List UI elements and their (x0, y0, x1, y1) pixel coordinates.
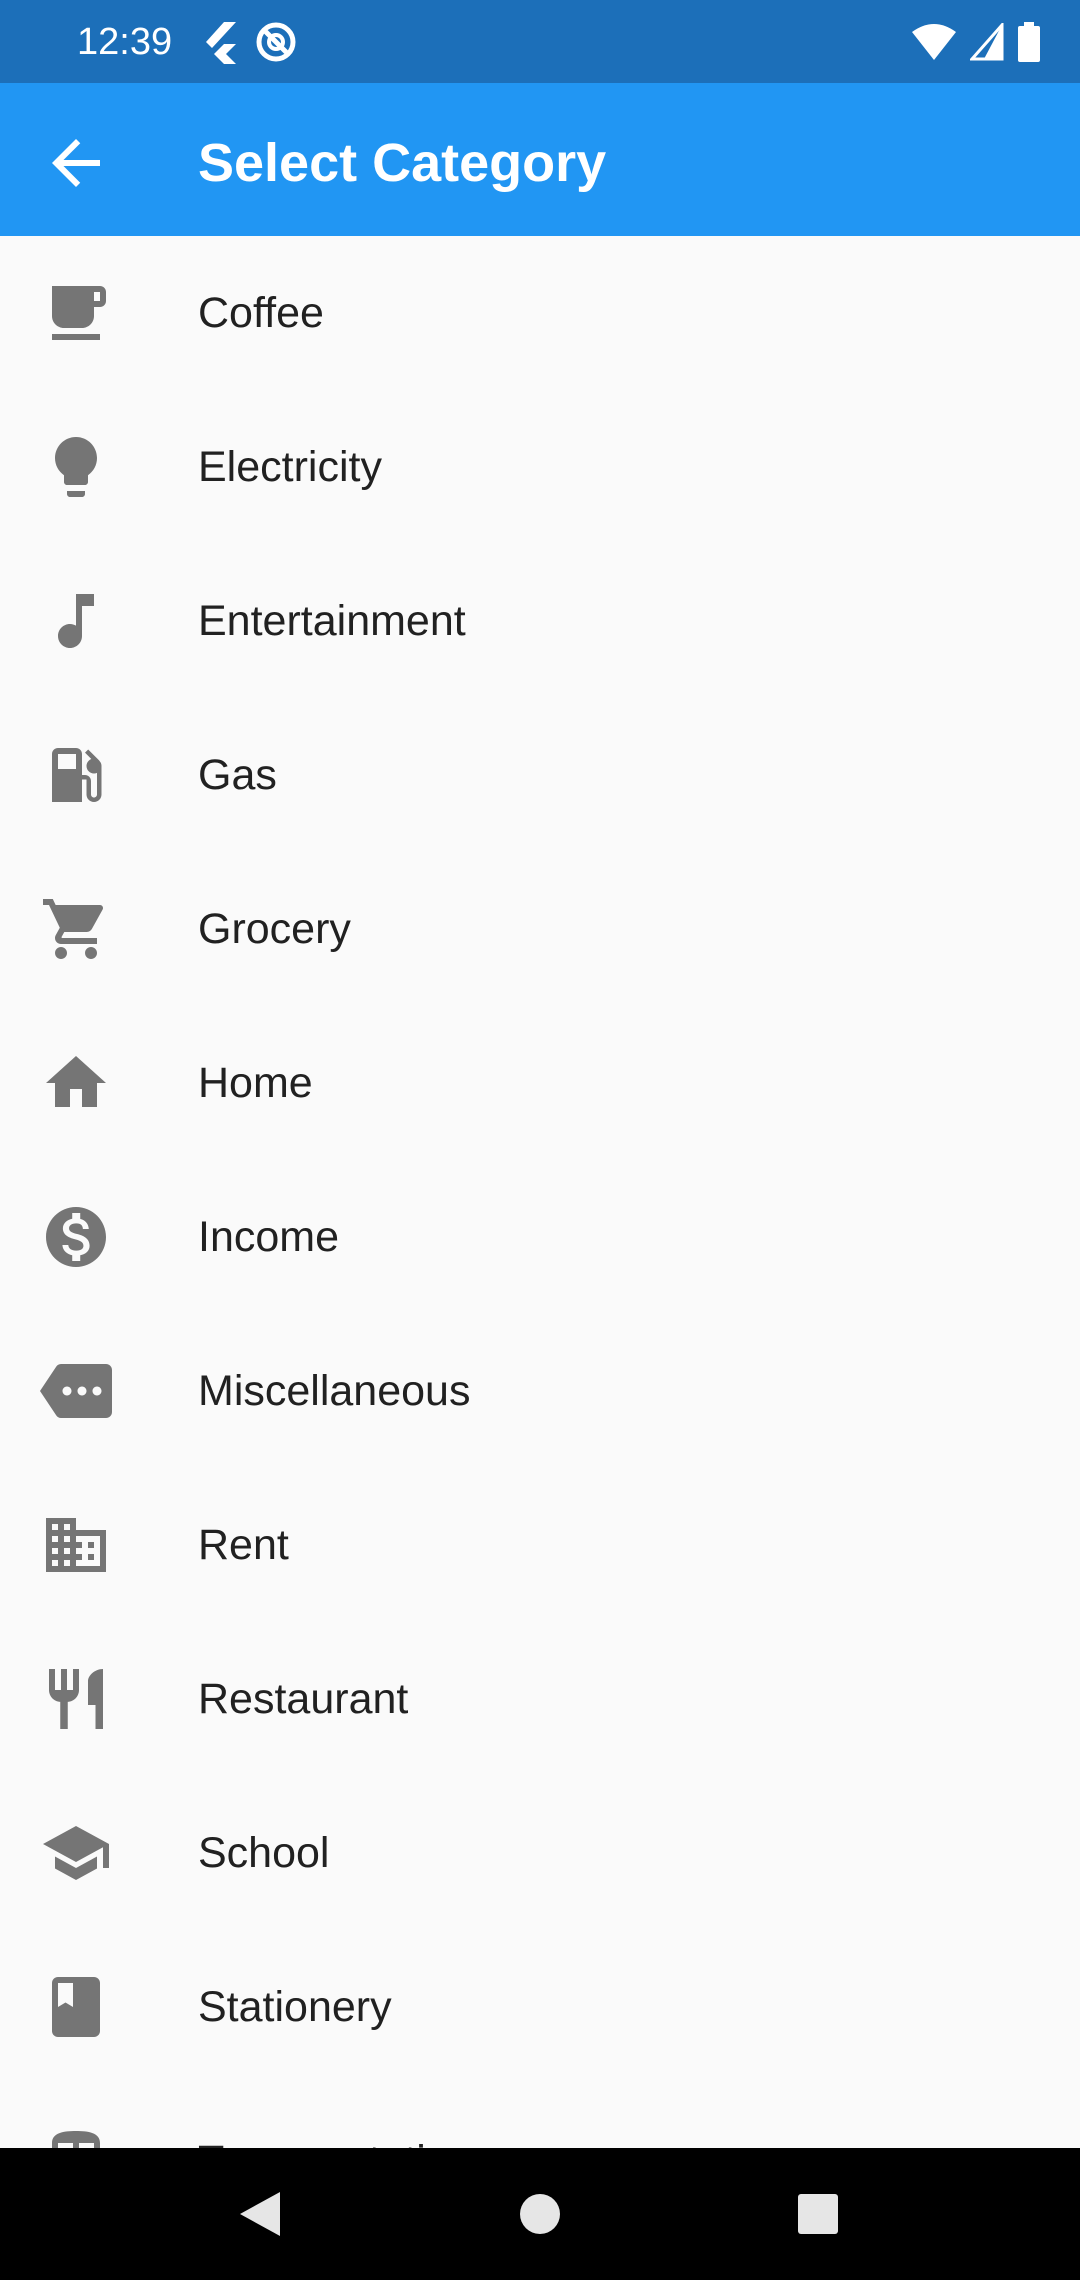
signal-icon (970, 23, 1004, 61)
category-label: Stationery (198, 1983, 392, 2031)
music-note-icon (40, 585, 112, 657)
category-label: Coffee (198, 289, 324, 337)
building-icon (40, 1509, 112, 1581)
restaurant-icon (40, 1663, 112, 1735)
home-icon (40, 1047, 112, 1119)
sync-disabled-icon (256, 22, 296, 62)
nav-home-icon[interactable] (510, 2184, 570, 2244)
category-item-transportation[interactable]: Transportation (0, 2084, 1080, 2148)
category-item-home[interactable]: Home (0, 1006, 1080, 1160)
dollar-icon (40, 1201, 112, 1273)
flutter-icon (206, 22, 236, 64)
category-label: Home (198, 1059, 313, 1107)
category-label: Grocery (198, 905, 351, 953)
category-label: School (198, 1829, 330, 1877)
category-label: Miscellaneous (198, 1367, 471, 1415)
app-bar: Select Category (0, 83, 1080, 236)
category-label: Restaurant (198, 1675, 409, 1723)
school-icon (40, 1817, 112, 1889)
train-icon (40, 2125, 112, 2148)
category-item-grocery[interactable]: Grocery (0, 852, 1080, 1006)
wifi-icon (912, 24, 956, 60)
category-item-stationery[interactable]: Stationery (0, 1930, 1080, 2084)
category-label: Income (198, 1213, 340, 1261)
status-bar: 12:39 (0, 0, 1080, 83)
category-item-rent[interactable]: Rent (0, 1468, 1080, 1622)
category-item-miscellaneous[interactable]: Miscellaneous (0, 1314, 1080, 1468)
coffee-icon (40, 277, 112, 349)
book-icon (40, 1971, 112, 2043)
lightbulb-icon (40, 431, 112, 503)
nav-recents-icon[interactable] (788, 2184, 848, 2244)
more-tag-icon (40, 1355, 112, 1427)
category-item-school[interactable]: School (0, 1776, 1080, 1930)
category-item-gas[interactable]: Gas (0, 698, 1080, 852)
shopping-cart-icon (40, 893, 112, 965)
category-label: Entertainment (198, 597, 466, 645)
category-list: Coffee Electricity Entertainment Gas Gro… (0, 236, 1080, 2148)
category-item-electricity[interactable]: Electricity (0, 390, 1080, 544)
category-label: Transportation (198, 2133, 474, 2148)
category-label: Rent (198, 1521, 289, 1569)
category-item-entertainment[interactable]: Entertainment (0, 544, 1080, 698)
navigation-bar (0, 2148, 1080, 2280)
back-button[interactable] (40, 127, 112, 199)
category-item-income[interactable]: Income (0, 1160, 1080, 1314)
category-item-restaurant[interactable]: Restaurant (0, 1622, 1080, 1776)
page-title: Select Category (198, 133, 607, 193)
status-time: 12:39 (77, 21, 173, 63)
nav-back-icon[interactable] (230, 2184, 290, 2244)
category-label: Electricity (198, 443, 382, 491)
category-label: Gas (198, 751, 277, 799)
battery-icon (1018, 22, 1040, 62)
category-item-coffee[interactable]: Coffee (0, 236, 1080, 390)
gas-station-icon (40, 739, 112, 811)
arrow-back-icon (52, 139, 100, 187)
